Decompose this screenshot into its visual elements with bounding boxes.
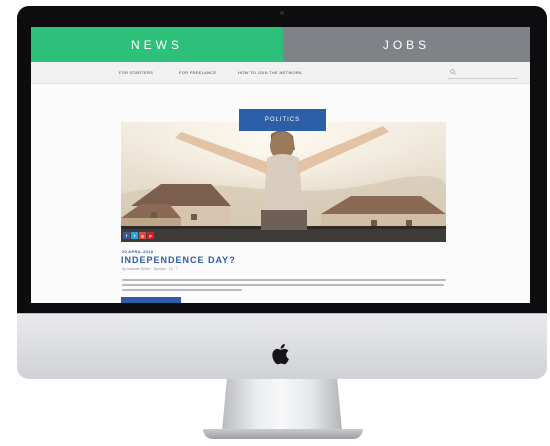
top-navigation: NEWS JOBS: [31, 27, 530, 62]
facebook-icon[interactable]: f: [123, 232, 130, 239]
article-date: 20 APRIL 2018: [122, 249, 154, 254]
hero-image[interactable]: f t g p: [121, 122, 446, 242]
excerpt-line: [122, 289, 242, 291]
google-plus-icon[interactable]: g: [139, 232, 146, 239]
monitor-stand: [222, 379, 342, 431]
share-bar: f t g p: [123, 232, 154, 239]
excerpt-line: [122, 279, 446, 281]
search-input[interactable]: [448, 67, 518, 79]
monitor-stand-base: [203, 429, 363, 439]
category-badge[interactable]: POLITICS: [239, 109, 326, 131]
tab-news[interactable]: NEWS: [31, 27, 283, 62]
article-title[interactable]: INDEPENDENCE DAY?: [121, 255, 236, 265]
subnav-link-join-network[interactable]: HOW TO JOIN THE NETWORK: [238, 70, 302, 75]
apple-logo-icon: [272, 343, 289, 365]
sub-navigation: FOR STARTERS FOR FREELANCE HOW TO JOIN T…: [31, 62, 530, 84]
subnav-link-for-starters[interactable]: FOR STARTERS: [119, 70, 153, 75]
article-meta: by Julianne Green · Opinion · 12 · 7: [122, 267, 178, 271]
screen: NEWS JOBS FOR STARTERS FOR FREELANCE HOW…: [31, 27, 530, 303]
read-more-button[interactable]: [121, 297, 181, 303]
subnav-link-for-freelance[interactable]: FOR FREELANCE: [179, 70, 216, 75]
pinterest-icon[interactable]: p: [147, 232, 154, 239]
search-icon[interactable]: [450, 69, 456, 75]
tab-jobs[interactable]: JOBS: [283, 27, 530, 62]
twitter-icon[interactable]: t: [131, 232, 138, 239]
excerpt-line: [122, 284, 444, 286]
article-excerpt: [122, 279, 447, 294]
camera-icon: [280, 11, 284, 15]
